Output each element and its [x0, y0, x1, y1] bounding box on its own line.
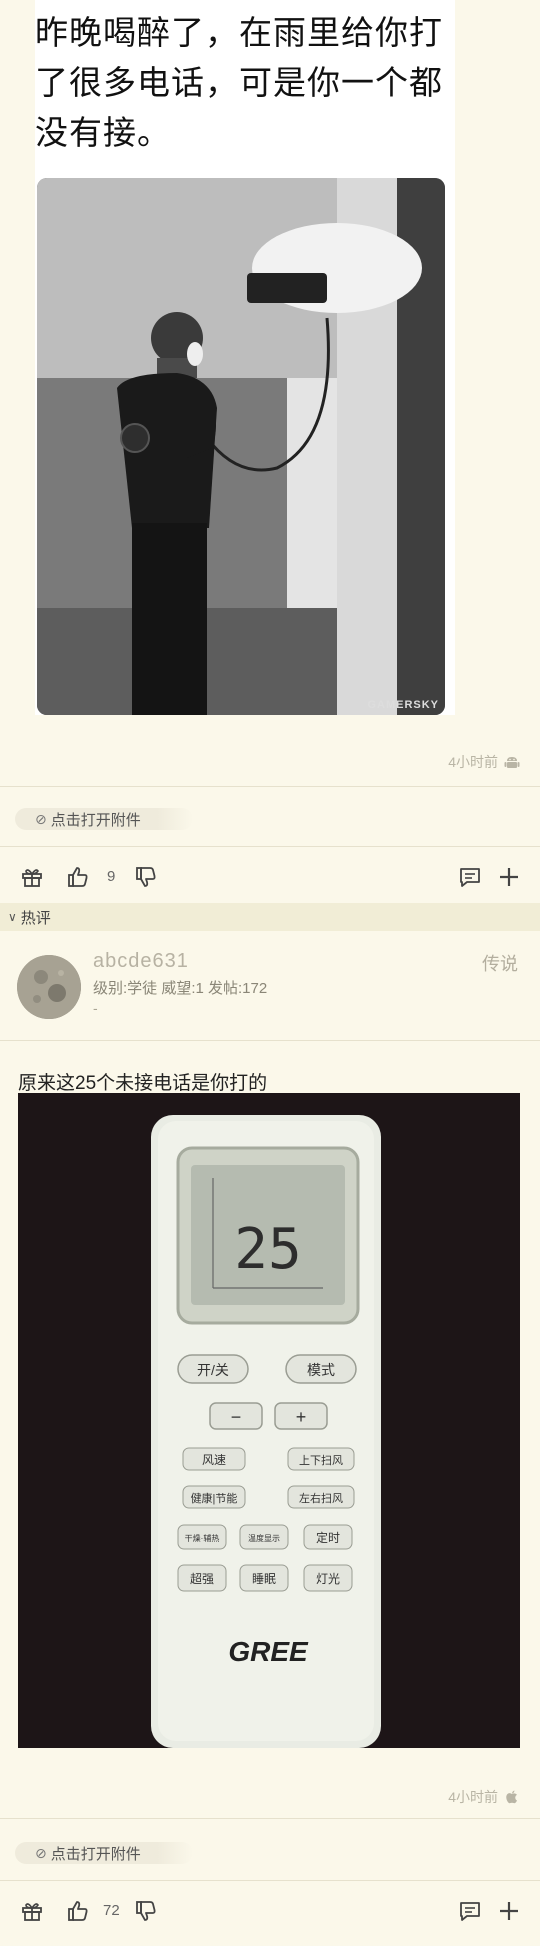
like-count: 9	[107, 868, 116, 885]
username-link[interactable]: abcde631	[93, 950, 189, 973]
thumbs-down-icon[interactable]	[134, 1899, 158, 1923]
reply-action-bar: 72	[0, 1888, 540, 1934]
reply-image[interactable]: 25 开/关 模式 − + 风速 上下扫风 健康|节能 左右扫风 干燥·辅热 温…	[18, 1093, 520, 1748]
thumbs-up-icon[interactable]	[66, 1899, 90, 1923]
post-action-bar: 9	[0, 854, 540, 900]
watermark: GAMERSKY	[367, 699, 439, 711]
attachment-label: 点击打开附件	[50, 1845, 141, 1863]
remote-btn-label: 干燥·辅热	[185, 1533, 220, 1543]
open-attachment-button[interactable]: ⊘ 点击打开附件	[15, 1842, 193, 1864]
like-count: 72	[103, 1902, 120, 1919]
remote-btn-label: 灯光	[316, 1572, 340, 1586]
floor-label: 传说	[482, 954, 518, 974]
gift-icon[interactable]	[20, 865, 44, 889]
remote-btn-label: 上下扫风	[299, 1454, 343, 1467]
time-text: 4小时前	[448, 754, 498, 770]
chevron-down-icon: ∨	[8, 910, 17, 924]
post-image[interactable]: 昨晚喝醉了，在雨里给你打 了很多电话，可是你一个都 没有接。 GAMERSKY	[35, 0, 455, 715]
comment-icon[interactable]	[458, 1899, 482, 1923]
gift-icon[interactable]	[20, 1899, 44, 1923]
divider	[0, 846, 540, 847]
remote-btn-label: 睡眠	[252, 1572, 276, 1586]
thumbs-up-icon[interactable]	[66, 865, 90, 889]
comment-icon[interactable]	[458, 865, 482, 889]
divider	[0, 1880, 540, 1881]
divider	[0, 1818, 540, 1819]
remote-btn-label: 定时	[316, 1530, 340, 1545]
meme-photo: GAMERSKY	[37, 178, 445, 715]
hot-comments-header[interactable]: ∨ 热评	[0, 903, 540, 931]
thumbs-down-icon[interactable]	[134, 865, 158, 889]
paperclip-icon: ⊘	[35, 1844, 47, 1861]
divider	[0, 786, 540, 787]
attachment-label: 点击打开附件	[50, 811, 141, 829]
android-icon	[504, 757, 520, 768]
hot-comments-label: 热评	[20, 909, 51, 927]
plus-icon[interactable]	[497, 1899, 521, 1923]
remote-btn-label: 风速	[202, 1453, 226, 1467]
reply-text: 原来这25个未接电话是你打的	[18, 1073, 268, 1094]
remote-btn-label: +	[296, 1407, 307, 1427]
remote-btn-label: 超强	[190, 1571, 214, 1586]
remote-btn-label: 模式	[307, 1362, 335, 1378]
caption-line: 昨晚喝醉了，在雨里给你打	[35, 13, 443, 52]
remote-btn-label: 健康|节能	[191, 1491, 238, 1505]
reply-time: 4小时前	[448, 1787, 520, 1807]
paperclip-icon: ⊘	[35, 810, 47, 827]
display-digits: 25	[234, 1217, 301, 1282]
remote-btn-label: −	[231, 1407, 242, 1427]
apple-icon	[506, 1790, 517, 1804]
remote-btn-label: 开/关	[197, 1362, 229, 1378]
open-attachment-button[interactable]: ⊘ 点击打开附件	[15, 808, 193, 830]
avatar[interactable]	[17, 955, 81, 1019]
meme-caption: 昨晚喝醉了，在雨里给你打 了很多电话，可是你一个都 没有接。	[35, 0, 455, 158]
divider	[0, 1040, 540, 1041]
remote-btn-label: 温度显示	[248, 1533, 280, 1543]
user-meta: 级别:学徒 威望:1 发帖:172	[93, 980, 268, 997]
post-time: 4小时前	[448, 752, 520, 772]
caption-line: 没有接。	[35, 113, 171, 152]
caption-line: 了很多电话，可是你一个都	[35, 63, 443, 102]
plus-icon[interactable]	[497, 865, 521, 889]
remote-btn-label: 左右扫风	[299, 1491, 343, 1505]
time-text: 4小时前	[448, 1789, 498, 1805]
user-signature: -	[93, 1000, 98, 1016]
brand-logo: GREE	[228, 1636, 309, 1667]
